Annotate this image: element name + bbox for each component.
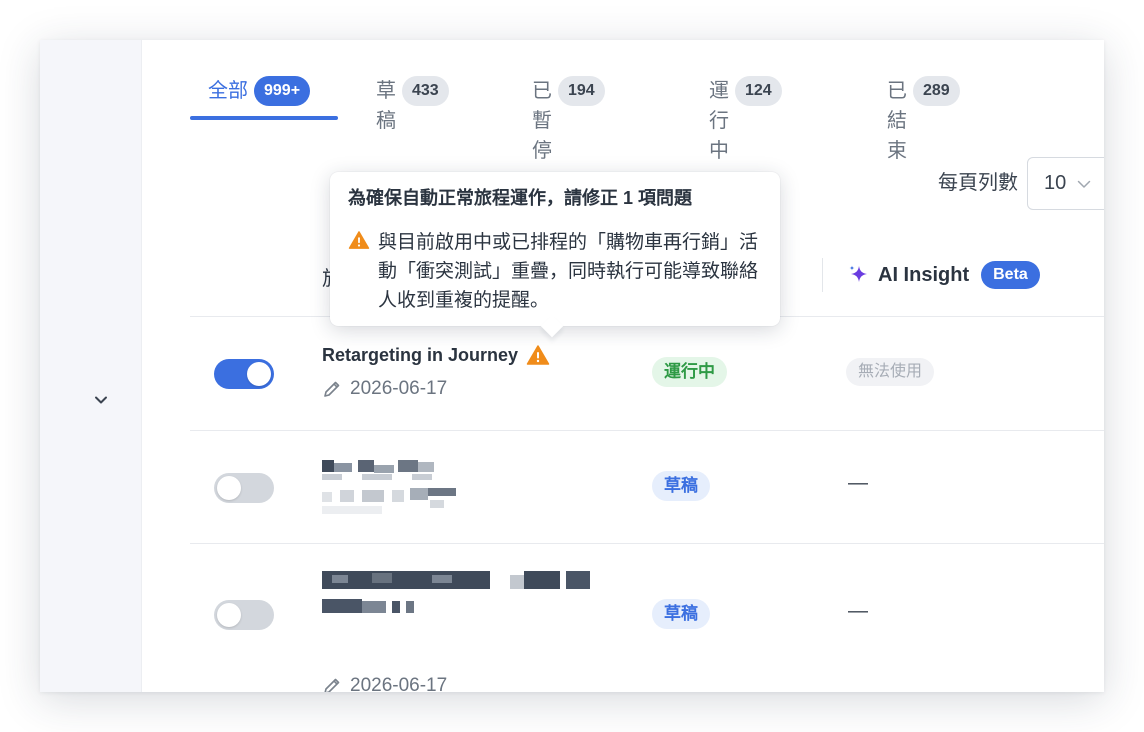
beta-badge: Beta — [981, 261, 1040, 289]
pencil-icon — [324, 678, 340, 692]
toggle-knob — [217, 476, 241, 500]
redacted-journey-name — [322, 460, 462, 516]
toggle-knob — [247, 362, 271, 386]
ai-insight-empty: — — [848, 600, 868, 622]
pencil-icon — [324, 381, 340, 397]
main-content: 全部 999+ 草稿 433 已暫停 194 運行中 124 已結束 289 每… — [142, 40, 1104, 692]
journey-toggle[interactable] — [214, 473, 274, 503]
tab-count-badge: 433 — [402, 76, 449, 106]
rows-per-page-label: 每頁列數 — [938, 172, 1018, 194]
journey-name-cell: Retargeting in Journey — [322, 344, 550, 366]
chevron-down-icon — [1077, 180, 1091, 188]
status-badge: 運行中 — [652, 357, 727, 387]
table-row: Retargeting in Journey 2026-06-17 運行中 無法… — [190, 316, 1104, 430]
journey-date-text: 2026-06-17 — [350, 675, 448, 692]
tab-running[interactable]: 運行中 124 — [709, 76, 782, 162]
warning-icon — [348, 231, 370, 249]
rows-per-page-select[interactable]: 10 — [1027, 157, 1104, 210]
tab-label: 已結束 — [887, 80, 907, 162]
sidebar — [40, 40, 142, 692]
column-header-ai-insight: AI Insight Beta — [848, 260, 1040, 290]
chevron-down-icon[interactable] — [93, 392, 109, 408]
table-row: 草稿 — — [190, 430, 1104, 544]
sparkle-icon — [849, 265, 867, 282]
tab-paused[interactable]: 已暫停 194 — [532, 76, 605, 162]
warning-icon[interactable] — [526, 344, 550, 366]
tab-count-badge: 289 — [913, 76, 960, 106]
tab-count-badge: 999+ — [254, 76, 311, 106]
tab-draft[interactable]: 草稿 433 — [376, 76, 449, 132]
tab-all[interactable]: 全部 999+ — [190, 76, 338, 120]
column-divider — [822, 258, 823, 292]
redacted-journey-name — [322, 571, 592, 621]
toggle-knob — [217, 603, 241, 627]
journey-date: 2026-06-17 — [322, 675, 447, 692]
status-badge: 草稿 — [652, 471, 710, 501]
journey-toggle[interactable] — [214, 359, 274, 389]
tab-ended[interactable]: 已結束 289 — [887, 76, 960, 162]
tab-label: 草稿 — [376, 80, 396, 132]
tooltip-message: 與目前啟用中或已排程的「購物車再行銷」活動「衝突測試」重疊，同時執行可能導致聯絡… — [378, 232, 759, 311]
tooltip-title: 為確保自動正常旅程運作，請修正 1 項問題 — [348, 188, 693, 208]
status-badge: 草稿 — [652, 599, 710, 629]
tab-count-badge: 194 — [558, 76, 605, 106]
journey-date-text: 2026-06-17 — [350, 378, 448, 399]
table-row: 2026-06-17 草稿 — — [190, 543, 1104, 692]
warning-tooltip: 為確保自動正常旅程運作，請修正 1 項問題 與目前啟用中或已排程的「購物車再行銷… — [330, 172, 780, 326]
ai-insight-label: AI Insight — [878, 263, 970, 286]
tab-label: 運行中 — [709, 80, 729, 162]
tab-label: 全部 — [208, 80, 248, 102]
tooltip-body: 與目前啟用中或已排程的「購物車再行銷」活動「衝突測試」重疊，同時執行可能導致聯絡… — [348, 228, 762, 315]
journey-toggle[interactable] — [214, 600, 274, 630]
ai-insight-empty: — — [848, 472, 868, 494]
app-window: 全部 999+ 草稿 433 已暫停 194 運行中 124 已結束 289 每… — [40, 40, 1104, 692]
journey-date: 2026-06-17 — [322, 378, 447, 400]
rows-per-page-value: 10 — [1044, 172, 1067, 194]
ai-insight-unavailable-badge: 無法使用 — [846, 358, 935, 386]
tab-count-badge: 124 — [735, 76, 782, 106]
tab-label: 已暫停 — [532, 80, 552, 162]
journey-name[interactable]: Retargeting in Journey — [322, 345, 518, 366]
